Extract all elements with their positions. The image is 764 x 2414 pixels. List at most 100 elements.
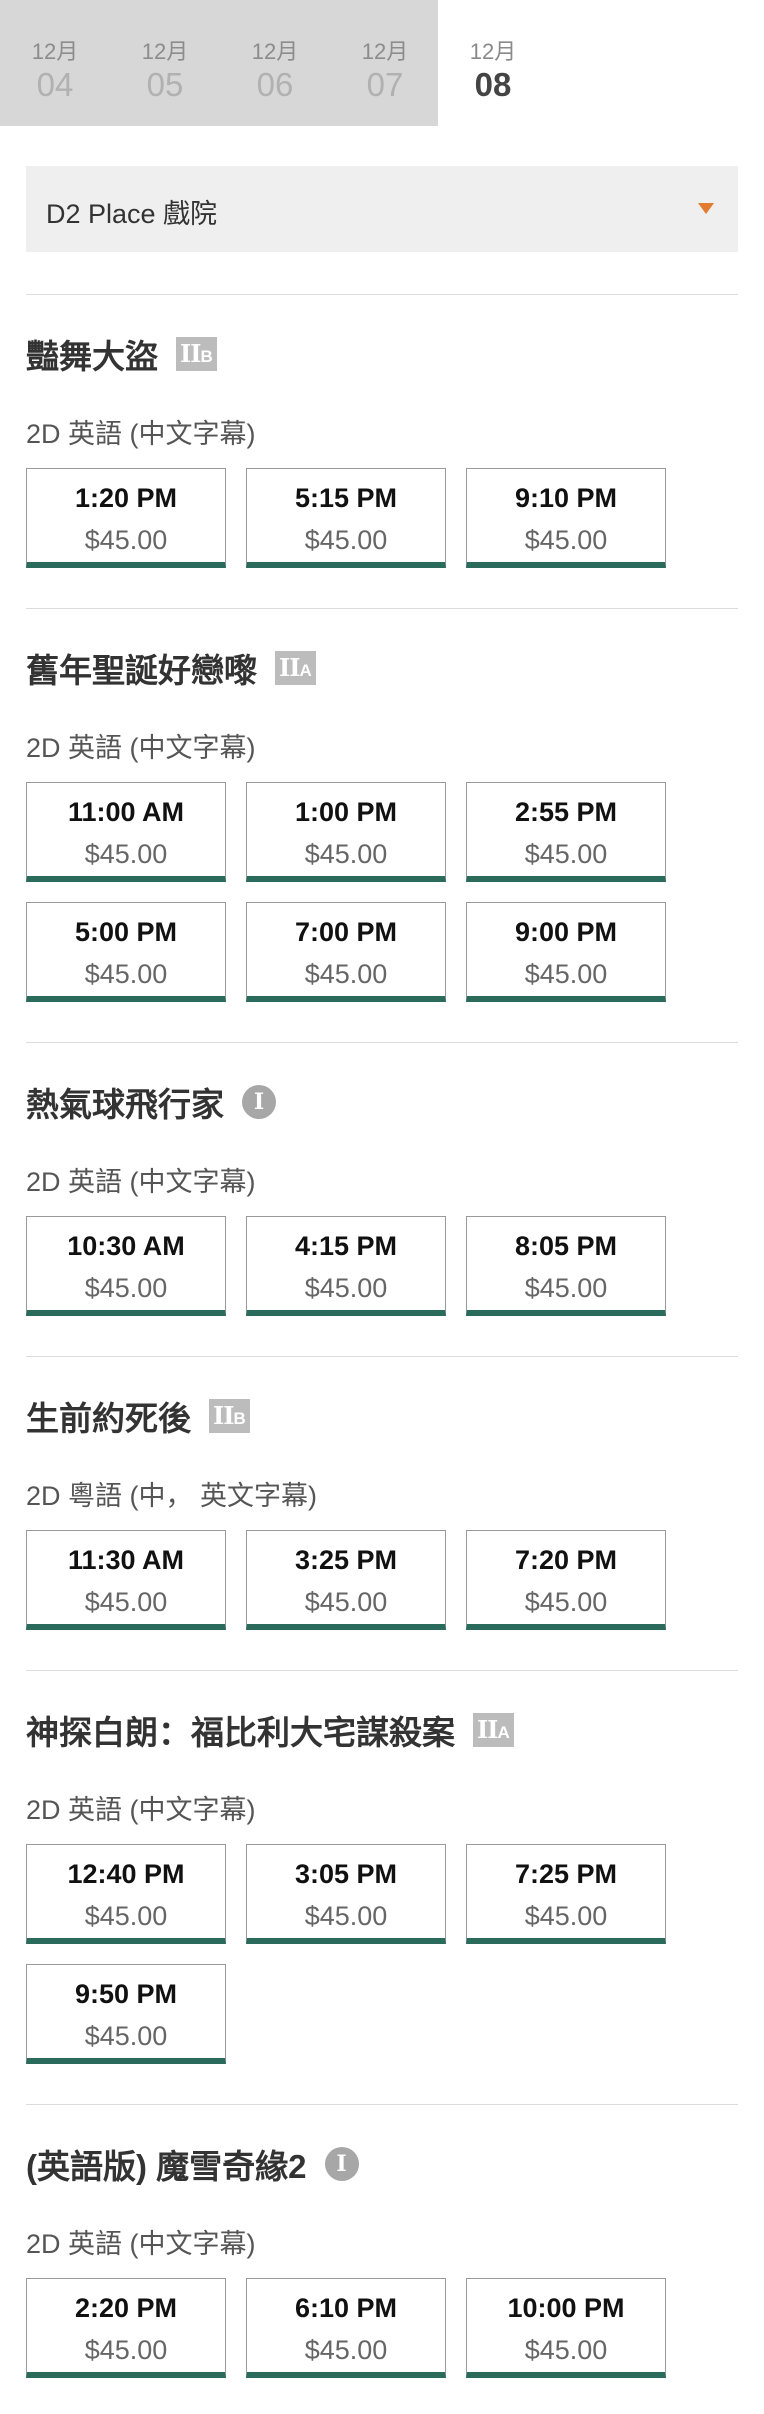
rating-badge-icon: IIA [275, 651, 316, 685]
movie-title-text: 生前約死後 [26, 1400, 191, 1437]
showtime-button[interactable]: 5:15 PM $45.00 [246, 468, 446, 568]
showtime-time: 7:20 PM [514, 1545, 618, 1575]
showtime-button[interactable]: 11:00 AM $45.00 [26, 782, 226, 882]
showtime-button[interactable]: 2:20 PM $45.00 [26, 2278, 226, 2378]
movie-format: 2D 英語 (中文字幕) [26, 419, 256, 449]
movie-title-text: (英語版) 魔雪奇緣2 [26, 2148, 307, 2185]
showtime-time: 9:50 PM [74, 1979, 178, 2009]
date-tab-06[interactable]: 12月 06 [220, 0, 330, 126]
movie-format: 2D 英語 (中文字幕) [26, 2229, 256, 2259]
showtime-price: $45.00 [304, 525, 388, 555]
showtime-time: 6:10 PM [294, 2293, 398, 2323]
showtime-time: 11:00 AM [67, 797, 185, 827]
showtime-price: $45.00 [524, 1901, 608, 1931]
caret-down-icon [698, 203, 714, 214]
showtime-button[interactable]: 7:20 PM $45.00 [466, 1530, 666, 1630]
showtime-button[interactable]: 1:00 PM $45.00 [246, 782, 446, 882]
showtime-time: 2:55 PM [514, 797, 618, 827]
showtime-price: $45.00 [84, 1273, 168, 1303]
showtime-button[interactable]: 9:50 PM $45.00 [26, 1964, 226, 2064]
date-tab-day: 06 [256, 66, 294, 103]
showtime-button[interactable]: 4:15 PM $45.00 [246, 1216, 446, 1316]
movie-title-text: 神探白朗：福比利大宅謀殺案 [26, 1714, 455, 1751]
showtime-time: 3:05 PM [294, 1859, 398, 1889]
showtime-price: $45.00 [524, 839, 608, 869]
showtime-button[interactable]: 7:25 PM $45.00 [466, 1844, 666, 1944]
date-tab-month: 12月 [361, 39, 409, 64]
movie-title-text: 豔舞大盜 [26, 338, 158, 375]
date-tab-day: 05 [146, 66, 184, 103]
rating-badge-icon: I [242, 1085, 276, 1119]
showtime-time: 10:00 PM [507, 2293, 625, 2323]
movie-title: 舊年聖誕好戀嚟 IIA [26, 644, 316, 692]
divider [26, 1356, 738, 1357]
cinema-dropdown-value: D2 Place 戲院 [46, 199, 218, 229]
showtime-button[interactable]: 7:00 PM $45.00 [246, 902, 446, 1002]
showtime-price: $45.00 [84, 2335, 168, 2365]
showtime-time: 3:25 PM [294, 1545, 398, 1575]
showtime-time: 2:20 PM [74, 2293, 178, 2323]
showtime-price: $45.00 [304, 1901, 388, 1931]
showtime-time: 9:00 PM [514, 917, 618, 947]
showtime-button[interactable]: 9:10 PM $45.00 [466, 468, 666, 568]
showtime-button[interactable]: 1:20 PM $45.00 [26, 468, 226, 568]
rating-class: II [477, 1715, 498, 1744]
showtime-price: $45.00 [304, 839, 388, 869]
showtime-price: $45.00 [84, 839, 168, 869]
date-tab-05[interactable]: 12月 05 [110, 0, 220, 126]
showtime-button[interactable]: 6:10 PM $45.00 [246, 2278, 446, 2378]
showtime-button[interactable]: 11:30 AM $45.00 [26, 1530, 226, 1630]
showtime-button[interactable]: 12:40 PM $45.00 [26, 1844, 226, 1944]
showtime-price: $45.00 [304, 1273, 388, 1303]
showtime-price: $45.00 [84, 1587, 168, 1617]
showtime-button[interactable]: 8:05 PM $45.00 [466, 1216, 666, 1316]
date-tab-month: 12月 [469, 39, 517, 64]
movie-format: 2D 英語 (中文字幕) [26, 733, 256, 763]
showtime-time: 5:15 PM [294, 483, 398, 513]
divider [26, 1042, 738, 1043]
showtime-price: $45.00 [84, 2021, 168, 2051]
rating-subclass: B [200, 347, 213, 366]
showtime-price: $45.00 [84, 959, 168, 989]
cinema-dropdown[interactable]: D2 Place 戲院 [26, 166, 738, 252]
showtime-price: $45.00 [524, 525, 608, 555]
movie-title: 生前約死後 IIB [26, 1392, 250, 1440]
divider [26, 608, 738, 609]
date-tab-month: 12月 [31, 39, 79, 64]
rating-badge-icon: IIB [209, 1399, 250, 1433]
showtime-button[interactable]: 2:55 PM $45.00 [466, 782, 666, 882]
rating-badge-icon: IIA [473, 1713, 514, 1747]
date-tab-07[interactable]: 12月 07 [330, 0, 440, 126]
rating-class: II [279, 653, 300, 682]
showtime-button[interactable]: 3:25 PM $45.00 [246, 1530, 446, 1630]
showtime-time: 7:25 PM [514, 1859, 618, 1889]
movie-title: (英語版) 魔雪奇緣2 I [26, 2140, 359, 2188]
movie-format: 2D 英語 (中文字幕) [26, 1167, 256, 1197]
showtime-time: 5:00 PM [74, 917, 178, 947]
divider [26, 294, 738, 295]
showtime-price: $45.00 [524, 1587, 608, 1617]
showtime-button[interactable]: 3:05 PM $45.00 [246, 1844, 446, 1944]
showtime-time: 1:20 PM [74, 483, 178, 513]
date-tab-08-selected[interactable]: 12月 08 [438, 0, 548, 126]
movie-title: 熱氣球飛行家 I [26, 1078, 276, 1126]
showtime-button[interactable]: 10:30 AM $45.00 [26, 1216, 226, 1316]
showtime-button[interactable]: 10:00 PM $45.00 [466, 2278, 666, 2378]
date-tab-day: 04 [36, 66, 74, 103]
rating-subclass: B [233, 1409, 246, 1428]
rating-subclass: A [299, 661, 312, 680]
showtime-price: $45.00 [84, 1901, 168, 1931]
divider [26, 2104, 738, 2105]
showtime-price: $45.00 [524, 959, 608, 989]
movie-title: 豔舞大盜 IIB [26, 330, 217, 378]
showtime-time: 12:40 PM [67, 1859, 185, 1889]
date-tab-04[interactable]: 12月 04 [0, 0, 110, 126]
showtime-price: $45.00 [524, 2335, 608, 2365]
showtime-price: $45.00 [84, 525, 168, 555]
showtime-price: $45.00 [524, 1273, 608, 1303]
date-tab-month: 12月 [141, 39, 189, 64]
date-tab-month: 12月 [251, 39, 299, 64]
showtime-button[interactable]: 9:00 PM $45.00 [466, 902, 666, 1002]
showtime-button[interactable]: 5:00 PM $45.00 [26, 902, 226, 1002]
movie-title: 神探白朗：福比利大宅謀殺案 IIA [26, 1706, 514, 1754]
